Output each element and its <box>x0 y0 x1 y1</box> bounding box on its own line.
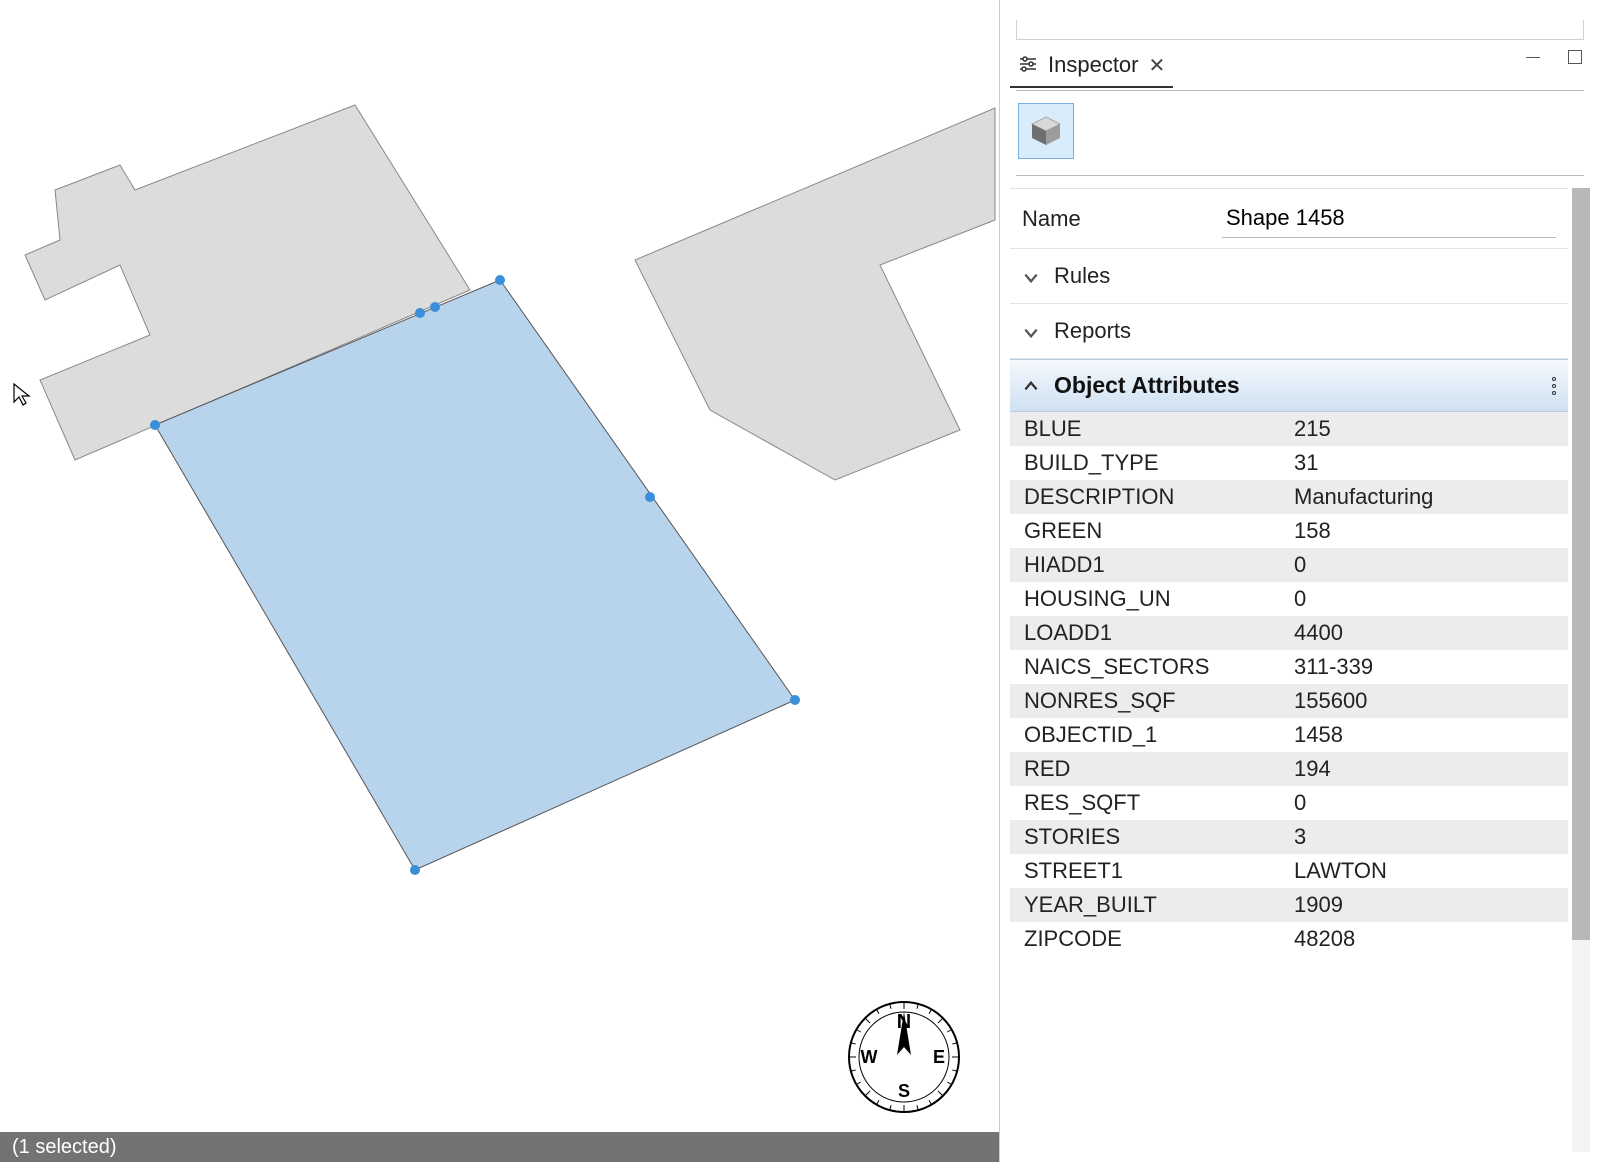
maximize-button[interactable] <box>1566 48 1584 66</box>
attribute-row[interactable]: LOADD14400 <box>1010 616 1568 650</box>
inspector-icon <box>1018 52 1038 78</box>
attribute-row[interactable]: HOUSING_UN0 <box>1010 582 1568 616</box>
panel-top-border <box>1016 20 1584 40</box>
vertex-handle[interactable] <box>495 275 505 285</box>
attribute-row[interactable]: NONRES_SQF155600 <box>1010 684 1568 718</box>
vertex-handle[interactable] <box>415 308 425 318</box>
attribute-key: YEAR_BUILT <box>1010 888 1280 922</box>
section-label: Reports <box>1054 318 1131 344</box>
vertex-handle[interactable] <box>430 302 440 312</box>
attribute-key: HOUSING_UN <box>1010 582 1280 616</box>
attribute-row[interactable]: GREEN158 <box>1010 514 1568 548</box>
attribute-key: LOADD1 <box>1010 616 1280 650</box>
attribute-table: BLUE215BUILD_TYPE31DESCRIPTIONManufactur… <box>1010 412 1568 956</box>
attribute-row[interactable]: RES_SQFT0 <box>1010 786 1568 820</box>
tab-inspector[interactable]: Inspector ✕ <box>1010 48 1173 88</box>
attribute-row[interactable]: BUILD_TYPE31 <box>1010 446 1568 480</box>
attribute-key: GREEN <box>1010 514 1280 548</box>
scrollbar-thumb[interactable] <box>1572 188 1590 940</box>
attribute-key: ZIPCODE <box>1010 922 1280 956</box>
attribute-row[interactable]: NAICS_SECTORS311-339 <box>1010 650 1568 684</box>
attribute-value[interactable]: LAWTON <box>1280 854 1568 888</box>
name-label: Name <box>1022 206 1222 232</box>
vertex-handle[interactable] <box>150 420 160 430</box>
attribute-value[interactable]: 31 <box>1280 446 1568 480</box>
attribute-row[interactable]: ZIPCODE48208 <box>1010 922 1568 956</box>
attribute-row[interactable]: HIADD10 <box>1010 548 1568 582</box>
attribute-row[interactable]: RED194 <box>1010 752 1568 786</box>
attribute-value[interactable]: 4400 <box>1280 616 1568 650</box>
attribute-row[interactable]: YEAR_BUILT1909 <box>1010 888 1568 922</box>
chevron-down-icon <box>1022 322 1040 340</box>
attribute-value[interactable]: Manufacturing <box>1280 480 1568 514</box>
vertex-handle[interactable] <box>790 695 800 705</box>
shape-tab-icon[interactable] <box>1018 103 1074 159</box>
attribute-value[interactable]: 155600 <box>1280 684 1568 718</box>
attribute-row[interactable]: STORIES3 <box>1010 820 1568 854</box>
vertex-handle[interactable] <box>645 492 655 502</box>
compass[interactable]: N E S W <box>839 992 969 1122</box>
attribute-row[interactable]: DESCRIPTIONManufacturing <box>1010 480 1568 514</box>
attribute-value[interactable]: 0 <box>1280 786 1568 820</box>
attribute-row[interactable]: STREET1LAWTON <box>1010 854 1568 888</box>
attribute-row[interactable]: BLUE215 <box>1010 412 1568 446</box>
attribute-key: BLUE <box>1010 412 1280 446</box>
scrollbar[interactable] <box>1572 188 1590 1152</box>
attribute-value[interactable]: 158 <box>1280 514 1568 548</box>
attribute-value[interactable]: 1458 <box>1280 718 1568 752</box>
vertex-handle[interactable] <box>410 865 420 875</box>
attribute-key: NAICS_SECTORS <box>1010 650 1280 684</box>
more-icon[interactable] <box>1552 377 1556 395</box>
attribute-value[interactable]: 215 <box>1280 412 1568 446</box>
attribute-value[interactable]: 0 <box>1280 582 1568 616</box>
name-row: Name <box>1010 188 1568 249</box>
attribute-key: BUILD_TYPE <box>1010 446 1280 480</box>
attribute-value[interactable]: 194 <box>1280 752 1568 786</box>
background-shape <box>635 108 995 480</box>
section-label: Rules <box>1054 263 1110 289</box>
svg-text:S: S <box>898 1081 910 1101</box>
window-controls <box>1524 48 1584 66</box>
section-reports[interactable]: Reports <box>1010 304 1568 359</box>
chevron-up-icon <box>1022 377 1040 395</box>
attribute-row[interactable]: OBJECTID_11458 <box>1010 718 1568 752</box>
attribute-value[interactable]: 0 <box>1280 548 1568 582</box>
attribute-value[interactable]: 1909 <box>1280 888 1568 922</box>
svg-text:N: N <box>897 1011 911 1033</box>
attribute-key: STORIES <box>1010 820 1280 854</box>
section-rules[interactable]: Rules <box>1010 249 1568 304</box>
attribute-key: HIADD1 <box>1010 548 1280 582</box>
selection-count: (1 selected) <box>12 1136 117 1159</box>
svg-text:E: E <box>933 1047 945 1067</box>
attribute-key: NONRES_SQF <box>1010 684 1280 718</box>
svg-text:W: W <box>861 1047 878 1067</box>
attribute-key: DESCRIPTION <box>1010 480 1280 514</box>
viewport-3d[interactable]: N E S W (1 selected) <box>0 0 1000 1162</box>
attribute-key: RES_SQFT <box>1010 786 1280 820</box>
attribute-key: STREET1 <box>1010 854 1280 888</box>
chevron-down-icon <box>1022 267 1040 285</box>
inspector-panel: Inspector ✕ Name <box>1000 0 1600 1162</box>
minimize-button[interactable] <box>1524 48 1542 66</box>
section-object-attributes[interactable]: Object Attributes <box>1010 359 1568 412</box>
panel-content: Name Rules Reports <box>1010 188 1590 1152</box>
divider <box>1016 175 1584 176</box>
close-icon[interactable]: ✕ <box>1149 53 1166 78</box>
scene-svg <box>0 0 1000 1132</box>
panel-header: Inspector ✕ <box>1010 48 1590 90</box>
attribute-key: RED <box>1010 752 1280 786</box>
section-label: Object Attributes <box>1054 372 1240 399</box>
tab-label: Inspector <box>1048 52 1139 78</box>
attribute-value[interactable]: 3 <box>1280 820 1568 854</box>
attribute-key: OBJECTID_1 <box>1010 718 1280 752</box>
name-input[interactable] <box>1222 199 1556 238</box>
app-root: N E S W (1 selected) Inspector ✕ <box>0 0 1600 1162</box>
attribute-value[interactable]: 48208 <box>1280 922 1568 956</box>
divider <box>1016 90 1584 91</box>
attribute-value[interactable]: 311-339 <box>1280 650 1568 684</box>
status-bar: (1 selected) <box>0 1132 999 1162</box>
